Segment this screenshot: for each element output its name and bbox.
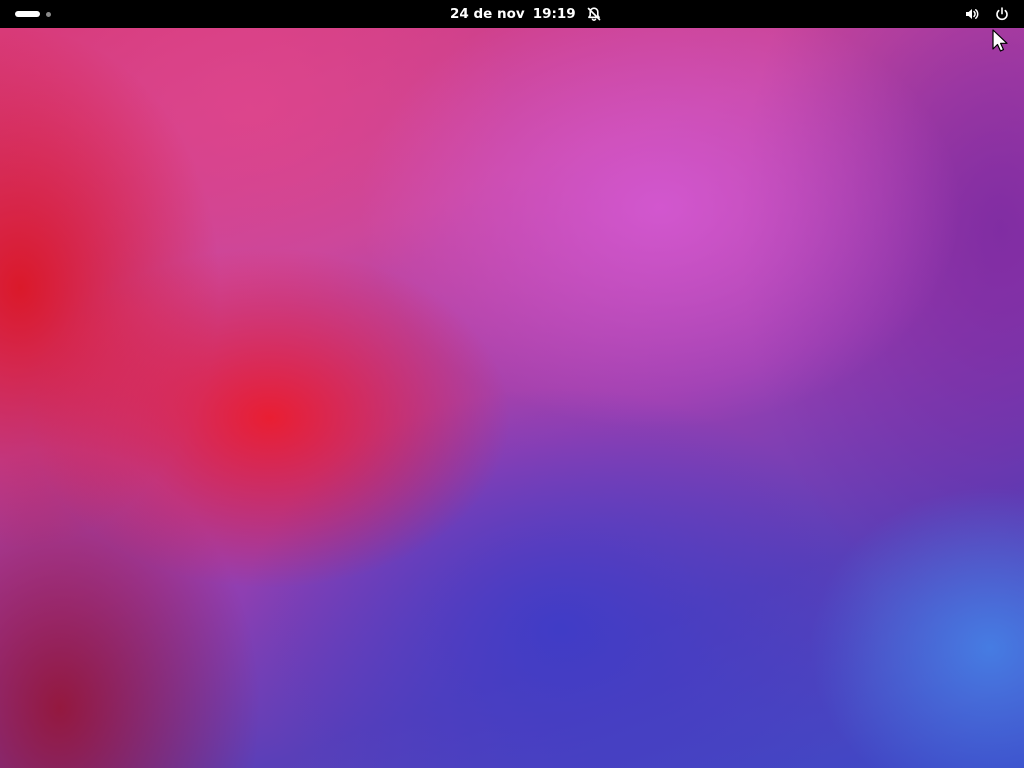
- top-bar: 24 de nov 19:19: [0, 0, 1024, 28]
- time-label: 19:19: [532, 6, 576, 22]
- workspace-indicator-inactive[interactable]: [46, 11, 51, 17]
- workspace-indicator-active[interactable]: [15, 11, 40, 17]
- power-icon: [994, 6, 1010, 22]
- activities-button[interactable]: [8, 4, 60, 24]
- volume-icon: [964, 6, 980, 22]
- date-time-button[interactable]: 24 de nov 19:19: [444, 3, 608, 25]
- mouse-pointer-icon: [991, 29, 1011, 57]
- desktop-wallpaper[interactable]: [0, 28, 1024, 768]
- bell-off-icon: [586, 6, 602, 22]
- system-menu-button[interactable]: [958, 3, 1016, 25]
- date-label: 24 de nov: [450, 6, 525, 22]
